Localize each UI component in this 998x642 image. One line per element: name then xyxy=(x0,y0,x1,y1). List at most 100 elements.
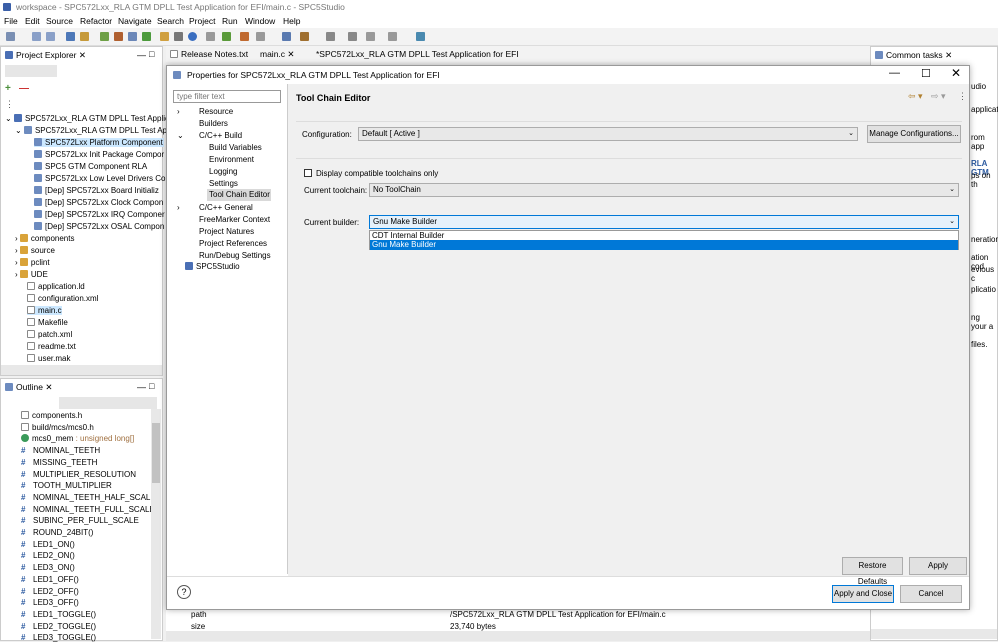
tree-item[interactable]: application.ld xyxy=(27,282,85,291)
save-all-icon[interactable] xyxy=(46,32,55,41)
nav-item-tool-chain-editor[interactable]: Tool Chain Editor xyxy=(207,189,271,201)
tree-item[interactable]: › UDE xyxy=(15,270,48,279)
nav-item-run-debug-settings[interactable]: Run/Debug Settings xyxy=(199,251,271,260)
minimize-icon[interactable]: — xyxy=(889,67,900,79)
maximize-icon[interactable]: □ xyxy=(149,381,154,391)
outline-item[interactable]: # LED3_ON() xyxy=(21,563,75,572)
hammer-icon[interactable] xyxy=(114,32,123,41)
build-icon[interactable] xyxy=(100,32,109,41)
outline-item[interactable]: # ROUND_24BIT() xyxy=(21,528,93,537)
tree-item[interactable]: › source xyxy=(15,246,55,255)
save-icon[interactable] xyxy=(32,32,41,41)
nav-expander-cpp-build[interactable]: ⌄ xyxy=(177,131,184,140)
close-icon[interactable]: ✕ xyxy=(951,66,961,80)
scrollbar-thumb[interactable] xyxy=(152,423,160,483)
tree-item[interactable]: [Dep] SPC572Lxx OSAL Compon xyxy=(34,222,164,231)
maximize-icon[interactable]: □ xyxy=(149,49,154,59)
project-explorer-tab[interactable]: Project Explorer ✕ xyxy=(5,50,86,61)
last-edit-icon[interactable] xyxy=(348,32,357,41)
toggle-mark-icon[interactable] xyxy=(282,32,291,41)
outline-item[interactable]: # MISSING_TEETH xyxy=(21,458,97,467)
nav-item-settings[interactable]: Settings xyxy=(209,179,238,188)
tree-item[interactable]: [Dep] SPC572Lxx IRQ Componer xyxy=(34,210,165,219)
configuration-combo[interactable]: Default [ Active ] ⌄ xyxy=(358,127,858,141)
nav-item-project-references[interactable]: Project References xyxy=(199,239,267,248)
tree-item-selected[interactable]: main.c xyxy=(27,306,62,315)
builder-combo[interactable]: Gnu Make Builder ⌄ xyxy=(369,215,959,229)
close-icon[interactable]: ✕ xyxy=(945,50,952,60)
menu-help[interactable]: Help xyxy=(283,16,300,26)
tree-item[interactable]: Makefile xyxy=(27,318,68,327)
tree-item-selected[interactable]: SPC572Lxx Platform Component xyxy=(34,138,164,147)
nav-item-resource[interactable]: Resource xyxy=(199,107,233,116)
outline-item[interactable]: build/mcs/mcs0.h xyxy=(21,422,94,432)
nav-item-cpp-build[interactable]: C/C++ Build xyxy=(199,131,242,140)
outline-item[interactable]: # LED1_ON() xyxy=(21,540,75,549)
close-icon[interactable]: ✕ xyxy=(79,50,86,60)
nav-item-logging[interactable]: Logging xyxy=(209,167,237,176)
forward-icon[interactable] xyxy=(388,32,397,41)
restore-defaults-button[interactable]: Restore Defaults xyxy=(842,557,903,586)
menu-source[interactable]: Source xyxy=(46,16,73,26)
settings-icon[interactable] xyxy=(128,32,137,41)
nav-item-build-variables[interactable]: Build Variables xyxy=(209,143,262,152)
tree-item[interactable]: SPC5 GTM Component RLA xyxy=(34,162,147,171)
tree-item[interactable]: readme.txt xyxy=(27,342,76,351)
outline-item[interactable]: # LED3_OFF() xyxy=(21,598,79,607)
tree-item[interactable]: SPC572Lxx Low Level Drivers Co xyxy=(34,174,166,183)
tree-item[interactable]: configuration.xml xyxy=(27,294,98,303)
help-icon[interactable]: ? xyxy=(177,585,191,599)
run-icon[interactable] xyxy=(142,32,151,41)
more-icon[interactable]: ⋮ xyxy=(958,91,967,102)
forward-icon[interactable]: ⇨ ▾ xyxy=(931,91,946,102)
menu-run[interactable]: Run xyxy=(222,16,238,26)
manage-configurations-button[interactable]: Manage Configurations... xyxy=(867,125,961,143)
nav-item-environment[interactable]: Environment xyxy=(209,155,254,164)
toolchain-combo[interactable]: No ToolChain ⌄ xyxy=(369,183,959,197)
builder-option-gnu-make[interactable]: Gnu Make Builder xyxy=(370,240,958,250)
menu-edit[interactable]: Edit xyxy=(25,16,40,26)
tab-project-config[interactable]: *SPC572Lxx_RLA GTM DPLL Test Application… xyxy=(316,49,519,59)
external-tools-icon[interactable] xyxy=(240,32,249,41)
tree-item[interactable]: [Dep] SPC572Lxx Clock Compon xyxy=(34,198,163,207)
menu-navigate[interactable]: Navigate xyxy=(118,16,152,26)
back-icon[interactable]: ⇦ ▾ xyxy=(908,91,923,102)
close-icon[interactable]: ✕ xyxy=(45,382,52,392)
console-icon[interactable] xyxy=(66,32,75,41)
menu-window[interactable]: Window xyxy=(245,16,275,26)
maximize-icon[interactable]: ☐ xyxy=(921,67,931,80)
outline-item[interactable]: # LED2_OFF() xyxy=(21,587,79,596)
apply-and-close-button[interactable]: Apply and Close xyxy=(832,585,894,603)
minimize-icon[interactable]: — xyxy=(137,382,146,392)
menu-search[interactable]: Search xyxy=(157,16,184,26)
back-icon[interactable] xyxy=(366,32,375,41)
tree-item[interactable]: user.mak xyxy=(27,354,70,363)
close-icon[interactable]: ✕ xyxy=(287,49,294,59)
folder-icon[interactable] xyxy=(160,32,169,41)
tree-item[interactable]: patch.xml xyxy=(27,330,72,339)
outline-item[interactable]: # SUBINC_PER_FULL_SCALE xyxy=(21,516,139,525)
nav-item-cpp-general[interactable]: C/C++ General xyxy=(199,203,253,212)
display-compatible-checkbox[interactable] xyxy=(304,169,312,177)
common-tasks-tab[interactable]: Common tasks ✕ xyxy=(875,50,953,61)
outline-item[interactable]: # NOMINAL_TEETH xyxy=(21,446,100,455)
horizontal-scrollbar[interactable] xyxy=(166,631,870,641)
nav-item-spc5studio[interactable]: SPC5Studio xyxy=(185,262,240,271)
debug-icon[interactable] xyxy=(174,32,183,41)
info-icon[interactable] xyxy=(188,32,197,41)
tree-item[interactable]: [Dep] SPC572Lxx Board Initializ xyxy=(34,186,159,195)
search-tool-icon[interactable] xyxy=(256,32,265,41)
outline-item[interactable]: # TOOTH_MULTIPLIER xyxy=(21,481,112,490)
outline-item[interactable]: # LED2_ON() xyxy=(21,551,75,560)
menu-refactor[interactable]: Refactor xyxy=(80,16,112,26)
builder-option-cdt[interactable]: CDT Internal Builder xyxy=(370,231,958,240)
pin-icon[interactable] xyxy=(326,32,335,41)
minimize-icon[interactable]: — xyxy=(137,50,146,60)
filter-input[interactable] xyxy=(173,90,281,103)
run-config-icon[interactable] xyxy=(222,32,231,41)
perspective-icon[interactable] xyxy=(416,32,425,41)
tab-release-notes[interactable]: Release Notes.txt xyxy=(170,49,248,59)
add-icon[interactable]: + xyxy=(5,83,11,94)
new-icon[interactable] xyxy=(6,32,15,41)
outline-item[interactable]: # NOMINAL_TEETH_FULL_SCALE xyxy=(21,505,155,514)
